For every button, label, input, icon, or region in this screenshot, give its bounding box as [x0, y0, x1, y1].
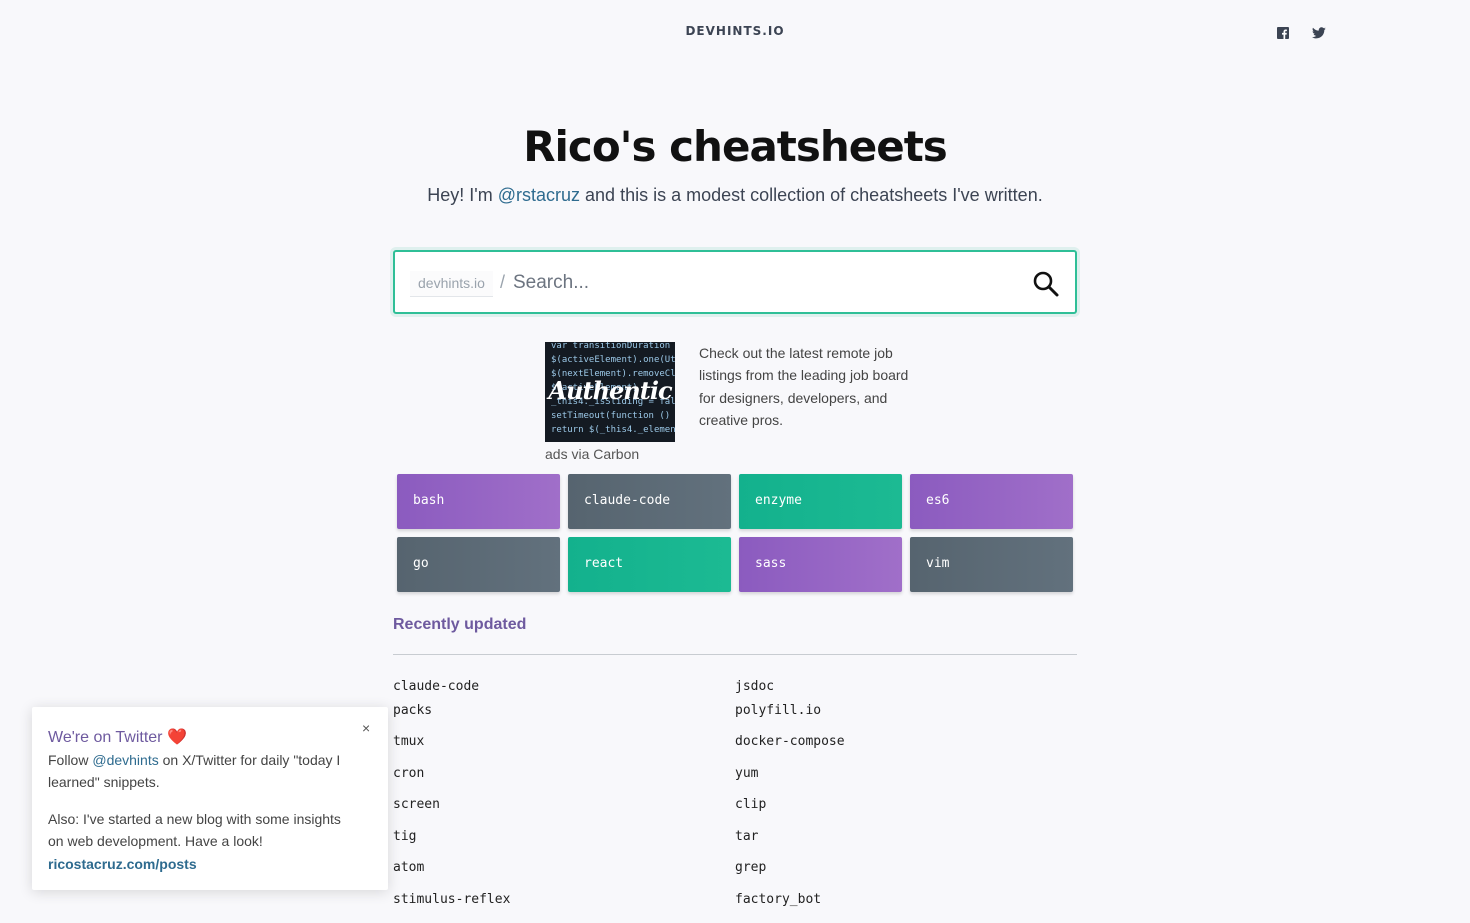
- list-item[interactable]: stimulus-reflex: [393, 876, 510, 908]
- heart-icon: ❤️: [166, 729, 187, 746]
- ad-text[interactable]: Check out the latest remote job listings…: [699, 342, 919, 432]
- search-prefix: devhints.io: [410, 271, 493, 297]
- search-input[interactable]: [513, 268, 993, 298]
- twitter-popup: We're on Twitter ❤️ × Follow @devhints o…: [32, 707, 388, 890]
- list-item[interactable]: tig: [393, 813, 510, 845]
- list-item[interactable]: atom: [393, 844, 510, 876]
- close-icon[interactable]: ×: [362, 720, 370, 736]
- popup-follow-text: Follow @devhints on X/Twitter for daily …: [48, 752, 341, 791]
- facebook-icon[interactable]: [1276, 26, 1290, 40]
- list-item[interactable]: grep: [735, 844, 845, 876]
- page-subtitle: Hey! I'm @rstacruz and this is a modest …: [427, 185, 1043, 205]
- tile-go[interactable]: go: [397, 537, 560, 592]
- recently-updated-heading: Recently updated: [393, 616, 527, 633]
- blog-link[interactable]: ricostacruz.com/posts: [48, 856, 197, 872]
- tile-es6[interactable]: es6: [910, 474, 1073, 529]
- twitter-icon[interactable]: [1312, 26, 1326, 40]
- tile-enzyme[interactable]: enzyme: [739, 474, 902, 529]
- tile-claude-code[interactable]: claude-code: [568, 474, 731, 529]
- list-item[interactable]: clip: [735, 781, 845, 813]
- popup-blog-text: Also: I've started a new blog with some …: [48, 811, 341, 872]
- search-separator: /: [500, 272, 506, 292]
- list-item[interactable]: factory_bot: [735, 876, 845, 908]
- tile-bash[interactable]: bash: [397, 474, 560, 529]
- ad-via-link[interactable]: ads via Carbon: [545, 446, 639, 462]
- tile-sass[interactable]: sass: [739, 537, 902, 592]
- search-box[interactable]: devhints.io /: [393, 250, 1077, 314]
- list-item[interactable]: tmux: [393, 718, 510, 750]
- page-title: Rico's cheatsheets: [523, 122, 948, 171]
- site-brand[interactable]: DEVHINTS.IO: [0, 24, 1470, 38]
- list-item[interactable]: tar: [735, 813, 845, 845]
- tile-react[interactable]: react: [568, 537, 731, 592]
- search-icon[interactable]: [1032, 270, 1060, 298]
- recent-list-left: claude-code packs tmux cron screen tig a…: [393, 655, 510, 907]
- list-item[interactable]: cron: [393, 750, 510, 782]
- list-item[interactable]: yum: [735, 750, 845, 782]
- list-item[interactable]: jsdoc: [735, 655, 845, 694]
- recent-list-right: jsdoc polyfill.io docker-compose yum cli…: [735, 655, 845, 907]
- popup-title: We're on Twitter ❤️: [48, 729, 187, 746]
- tile-vim[interactable]: vim: [910, 537, 1073, 592]
- list-item[interactable]: docker-compose: [735, 718, 845, 750]
- ad-logo: Authentic: [548, 376, 672, 405]
- list-item[interactable]: claude-code: [393, 655, 510, 694]
- author-link[interactable]: @rstacruz: [498, 185, 580, 205]
- devhints-twitter-link[interactable]: @devhints: [92, 752, 158, 768]
- ad-image[interactable]: var transitionDuration = Uti $(activeEle…: [545, 342, 675, 442]
- top-bar: DEVHINTS.IO: [0, 0, 1470, 64]
- list-item[interactable]: screen: [393, 781, 510, 813]
